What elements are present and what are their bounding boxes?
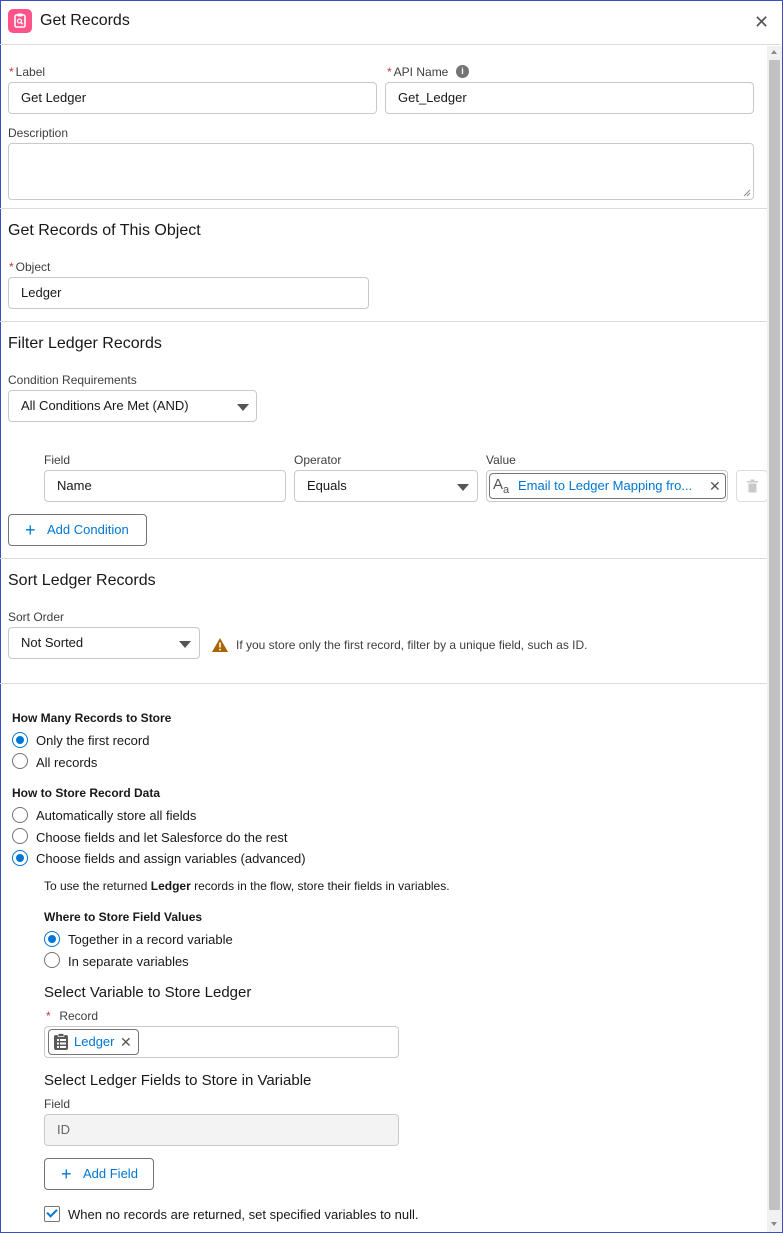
radio-record-variable-label: Together in a record variable <box>68 932 233 947</box>
radio-first-record[interactable] <box>12 732 28 748</box>
add-condition-label: Add Condition <box>47 522 129 537</box>
api-name-input[interactable]: Get_Ledger <box>385 82 754 114</box>
object-label: * Object <box>9 260 51 274</box>
sort-order-value: Not Sorted <box>21 635 84 650</box>
info-icon[interactable]: i <box>456 65 469 78</box>
value-pill[interactable]: Aa Email to Ledger Mapping fro... ✕ <box>489 473 726 499</box>
scrollbar[interactable] <box>767 46 782 1232</box>
record-variable-pill-text: Ledger <box>74 1034 115 1049</box>
text-type-icon: Aa <box>493 476 510 496</box>
condition-field-input[interactable]: Name <box>44 470 286 502</box>
filter-section-title: Filter Ledger Records <box>8 335 162 352</box>
modal-header: Get Records ✕ <box>0 0 781 45</box>
field-column-header: Field <box>44 453 71 467</box>
chevron-down-icon <box>457 484 469 491</box>
object-input[interactable]: Ledger <box>8 277 369 309</box>
object-section-title: Get Records of This Object <box>8 222 201 239</box>
description-label: Description <box>8 126 69 140</box>
record-variable-pill[interactable]: Ledger ✕ <box>48 1029 139 1055</box>
warning-icon <box>212 638 228 652</box>
add-field-label: Add Field <box>83 1166 138 1181</box>
radio-separate-variables[interactable] <box>44 952 60 968</box>
record-label: * Record <box>46 1009 99 1023</box>
modal-title: Get Records <box>40 12 130 29</box>
condition-requirements-value: All Conditions Are Met (AND) <box>21 398 189 413</box>
record-variable-input[interactable]: Ledger ✕ <box>44 1026 399 1058</box>
label-input[interactable]: Get Ledger <box>8 82 377 114</box>
store-info-text: To use the returned Ledger records in th… <box>44 879 450 893</box>
plus-icon: + <box>61 1164 72 1184</box>
radio-first-record-label: Only the first record <box>36 733 150 748</box>
field-input: ID <box>44 1114 399 1146</box>
record-variable-icon <box>54 1033 68 1050</box>
value-column-header: Value <box>486 453 516 467</box>
value-pill-text: Email to Ledger Mapping fro... <box>518 478 693 493</box>
radio-auto-store[interactable] <box>12 807 28 823</box>
how-store-label: How to Store Record Data <box>12 786 161 800</box>
trash-icon <box>747 479 758 493</box>
how-many-label: How Many Records to Store <box>12 711 172 725</box>
condition-operator-select[interactable]: Equals <box>294 470 478 502</box>
radio-choose-fields-auto[interactable] <box>12 828 28 844</box>
chevron-down-icon <box>179 641 191 648</box>
resize-handle-icon[interactable] <box>743 189 751 197</box>
null-variables-label: When no records are returned, set specif… <box>68 1207 419 1222</box>
radio-auto-store-label: Automatically store all fields <box>36 808 197 823</box>
field-label: Field <box>44 1097 71 1111</box>
sort-section-title: Sort Ledger Records <box>8 572 156 589</box>
chevron-down-icon <box>237 404 249 411</box>
checkmark-icon <box>46 1206 58 1218</box>
radio-separate-variables-label: In separate variables <box>68 954 189 969</box>
label-field-label: * Label <box>9 65 46 79</box>
divider <box>0 683 767 684</box>
operator-column-header: Operator <box>294 453 342 467</box>
add-field-button[interactable]: + Add Field <box>44 1158 154 1190</box>
close-icon[interactable]: ✕ <box>754 12 769 32</box>
divider <box>0 321 767 322</box>
remove-icon[interactable]: ✕ <box>120 1030 132 1054</box>
scrollbar-thumb[interactable] <box>769 60 780 1210</box>
radio-all-records[interactable] <box>12 753 28 769</box>
radio-all-records-label: All records <box>36 755 98 770</box>
select-fields-title: Select Ledger Fields to Store in Variabl… <box>44 1072 312 1089</box>
condition-operator-value: Equals <box>307 478 347 493</box>
where-store-label: Where to Store Field Values <box>44 910 203 924</box>
divider <box>0 208 767 209</box>
sort-warning-text: If you store only the first record, filt… <box>236 638 588 652</box>
radio-choose-fields-auto-label: Choose fields and let Salesforce do the … <box>36 830 288 845</box>
add-condition-button[interactable]: + Add Condition <box>8 514 147 546</box>
get-records-icon <box>8 9 32 33</box>
radio-choose-fields-advanced[interactable] <box>12 850 28 866</box>
select-variable-title: Select Variable to Store Ledger <box>44 984 252 1001</box>
condition-value-input[interactable]: Aa Email to Ledger Mapping fro... ✕ <box>486 470 728 502</box>
scroll-down-icon[interactable] <box>771 1222 777 1226</box>
description-textarea[interactable] <box>8 143 754 200</box>
radio-record-variable[interactable] <box>44 931 60 947</box>
condition-requirements-select[interactable]: All Conditions Are Met (AND) <box>8 390 257 422</box>
scroll-up-icon[interactable] <box>771 50 777 54</box>
null-variables-checkbox[interactable] <box>44 1206 60 1222</box>
remove-icon[interactable]: ✕ <box>709 474 721 498</box>
delete-condition-button[interactable] <box>736 470 768 502</box>
api-name-label: * API Name <box>387 65 449 79</box>
divider <box>0 558 767 559</box>
sort-order-label: Sort Order <box>8 610 65 624</box>
condition-requirements-label: Condition Requirements <box>8 373 137 387</box>
radio-choose-fields-advanced-label: Choose fields and assign variables (adva… <box>36 851 306 866</box>
plus-icon: + <box>25 520 36 540</box>
sort-order-select[interactable]: Not Sorted <box>8 627 200 659</box>
